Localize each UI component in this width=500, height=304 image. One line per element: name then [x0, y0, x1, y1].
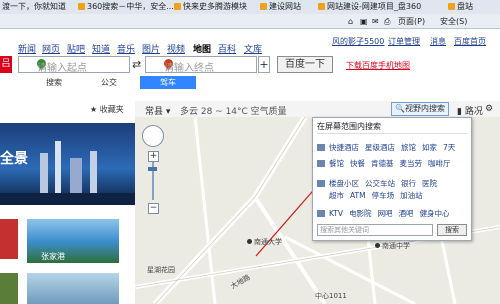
favorite-icon [260, 3, 267, 10]
favorite-item[interactable]: 网站建设-网建项目_盘360 [318, 2, 421, 12]
nav-map: 地图 [193, 45, 212, 55]
nav-images[interactable]: 图片 [142, 42, 160, 55]
fun-icon [317, 210, 325, 217]
water-shape [0, 193, 135, 205]
command-bar: ⌂ ▣ ✉ ⎙ 页面(P) 安全(S) [0, 15, 500, 28]
hotel-icon [317, 144, 325, 151]
tab-bus[interactable]: 公交 [83, 76, 135, 89]
left-panel: ★ 收藏夹 全景 张家港 [0, 101, 136, 304]
favorites-button[interactable]: ★ 收藏夹 [90, 104, 124, 115]
favorite-icon [318, 3, 325, 10]
orders-link[interactable]: 订单管理 [388, 36, 420, 47]
logo-fragment: 吕 [0, 56, 12, 73]
map-label: 南通大学 [247, 237, 282, 247]
life-icon [317, 180, 325, 187]
messages-link[interactable]: 消息 [430, 36, 446, 47]
zoom-handle[interactable] [148, 167, 157, 171]
favorite-icon [448, 3, 455, 10]
nav-zhidao[interactable]: 知道 [92, 42, 110, 55]
nearby-search-popup: 在屏幕范围内搜索 快捷酒店 星级酒店 旅馆 如家 7天 餐馆 快餐 肯德基 麦当劳 咖啡厅 楼盘… [312, 117, 472, 241]
tower-shape [55, 141, 61, 193]
safety-menu[interactable]: 安全(S) [440, 16, 467, 27]
mail-icon[interactable]: ✉ [372, 16, 379, 27]
category-row-food: 餐馆 快餐 肯德基 麦当劳 咖啡厅 [317, 158, 457, 169]
mobile-map-link[interactable]: 下载百度手机地图 [346, 60, 410, 71]
weather-info: 多云 28 ~ 14°C 空气质量 [180, 107, 287, 117]
nav-video[interactable]: 视频 [167, 42, 185, 55]
map-toolbar: 常县 ▾ 多云 28 ~ 14°C 空气质量 🔍视野内搜索 ▮ 路况 ⚙ 工具 [135, 101, 500, 140]
print-icon[interactable]: ⎙ [384, 16, 390, 27]
category-row-fun: KTV 电影院 网吧 酒吧 健身中心 [317, 208, 456, 219]
map-label: 南通中学 [375, 241, 410, 251]
pan-control[interactable] [142, 125, 164, 147]
divider [317, 133, 467, 134]
tab-drive[interactable]: 驾车 [140, 76, 196, 89]
category-row-shop: 超市 ATM 停车场 加油站 [329, 191, 423, 200]
end-input[interactable]: 请输入终点 [145, 56, 257, 74]
scenic-thumbnail[interactable] [27, 273, 119, 304]
nav-baike[interactable]: 百科 [218, 42, 236, 55]
map-label: 中心1011 [315, 292, 347, 300]
city-selector[interactable]: 常县 ▾ [145, 104, 170, 117]
favorite-item[interactable]: 建设网站 [260, 2, 301, 12]
keyword-search-button[interactable]: 搜索 [437, 224, 467, 236]
tower-shape [90, 151, 97, 193]
feed-icon[interactable]: ▣ [360, 16, 368, 27]
favorite-icon [78, 3, 85, 10]
start-input[interactable]: 请输入起点 [18, 56, 130, 74]
nav-news[interactable]: 新闻 [18, 42, 36, 55]
user-link[interactable]: 风的影子5500 [332, 36, 384, 47]
zoom-in-button[interactable]: + [148, 151, 159, 162]
tower-shape [40, 153, 48, 193]
food-icon [317, 160, 325, 167]
map-label: 星湖花园 [147, 266, 175, 274]
keyword-search-input[interactable]: 搜索其他关键词 [317, 224, 433, 236]
view-search-button[interactable]: 🔍视野内搜索 [391, 102, 449, 116]
zoom-out-button[interactable]: − [148, 203, 159, 214]
swap-icon[interactable]: ⇄ [132, 58, 141, 71]
traffic-button[interactable]: ▮ 路况 [457, 104, 483, 117]
favorites-bar: 渡一下，你就知道 360搜索－中华，安全... 快来史多腾游模块 建设网站 网站… [0, 0, 500, 14]
tower-shape [70, 158, 82, 193]
popup-title: 在屏幕范围内搜索 [317, 122, 381, 131]
category-row-life: 楼盘小区 公交车站 银行 医院 [317, 178, 443, 189]
nav-music[interactable]: 音乐 [117, 42, 135, 55]
search-button[interactable]: 百度一下 [277, 56, 333, 73]
tab-search[interactable]: 搜索 [28, 76, 80, 89]
favorite-item[interactable]: 360搜索－中华，安全... [78, 2, 174, 12]
favorite-item[interactable]: 快来史多腾游模块 [174, 2, 247, 12]
favorite-icon [174, 3, 181, 10]
new-badge[interactable] [0, 219, 18, 259]
thumbnail-partial[interactable] [0, 273, 18, 304]
category-row-hotel: 快捷酒店 星级酒店 旅馆 如家 7天 [317, 142, 461, 153]
add-waypoint-button[interactable]: + [258, 56, 270, 73]
favorite-item[interactable]: 渡一下，你就知道 [2, 2, 66, 12]
page-menu[interactable]: 页面(P) [398, 16, 425, 27]
nav-web[interactable]: 网页 [42, 42, 60, 55]
scenic-thumbnail[interactable]: 张家港 [27, 219, 119, 263]
panorama-banner[interactable]: 全景 [0, 123, 135, 205]
nav-tieba[interactable]: 贴吧 [67, 42, 85, 55]
nav-wenku[interactable]: 文库 [244, 42, 262, 55]
home-icon[interactable]: ⌂ [348, 16, 353, 27]
favorite-item[interactable]: 盘站 [448, 2, 473, 12]
baidu-home-link[interactable]: 百度首页 [454, 36, 486, 47]
